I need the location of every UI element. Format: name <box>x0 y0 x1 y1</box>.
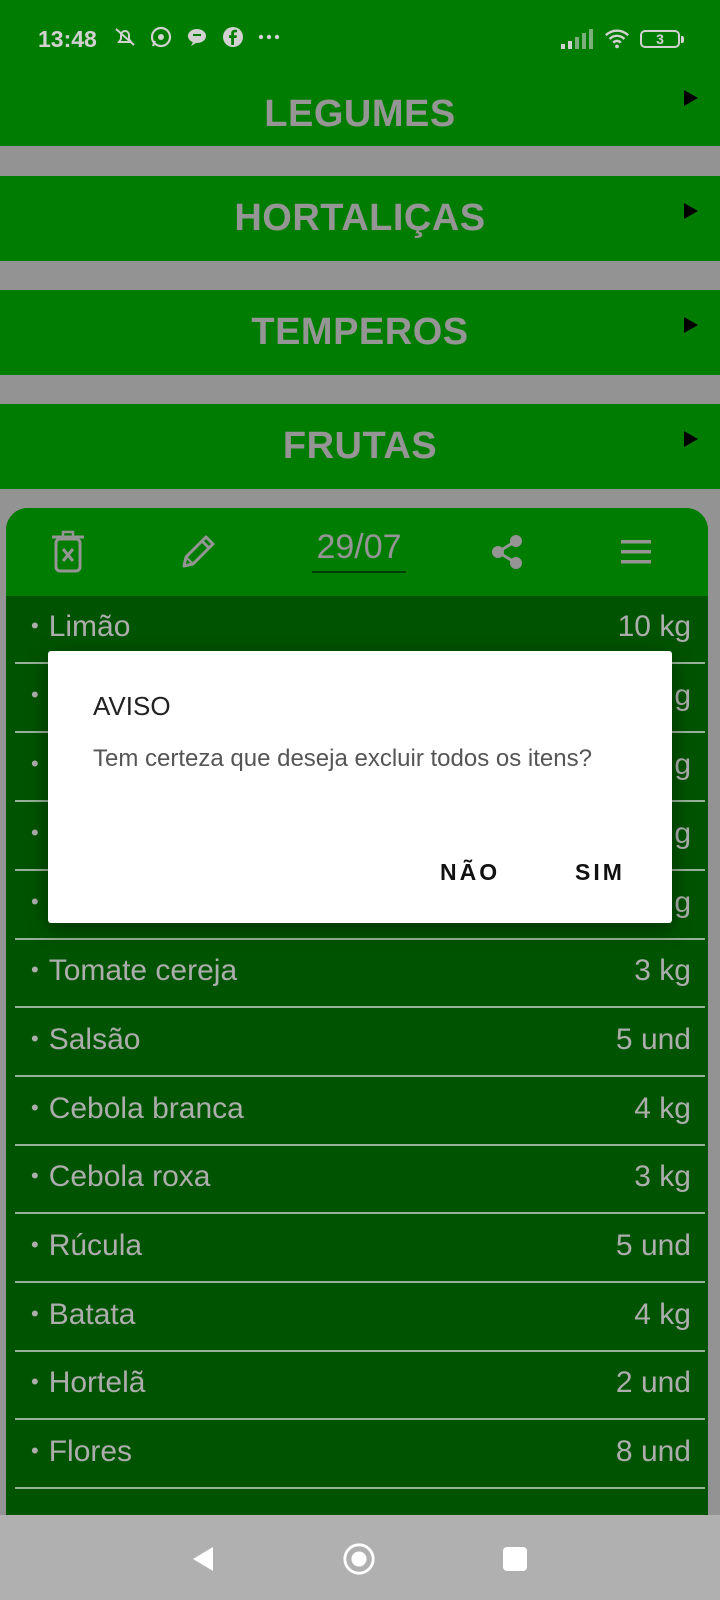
dialog-message: Tem certeza que deseja excluir todos os … <box>93 745 592 772</box>
confirm-dialog: AVISO Tem certeza que deseja excluir tod… <box>48 651 672 923</box>
back-icon[interactable] <box>186 1542 220 1576</box>
recents-icon[interactable] <box>498 1542 532 1576</box>
navigation-bar <box>0 1515 720 1600</box>
no-button[interactable]: NÃO <box>440 859 500 886</box>
home-icon[interactable] <box>342 1542 376 1576</box>
dialog-title: AVISO <box>93 691 171 721</box>
yes-button[interactable]: SIM <box>575 859 625 886</box>
